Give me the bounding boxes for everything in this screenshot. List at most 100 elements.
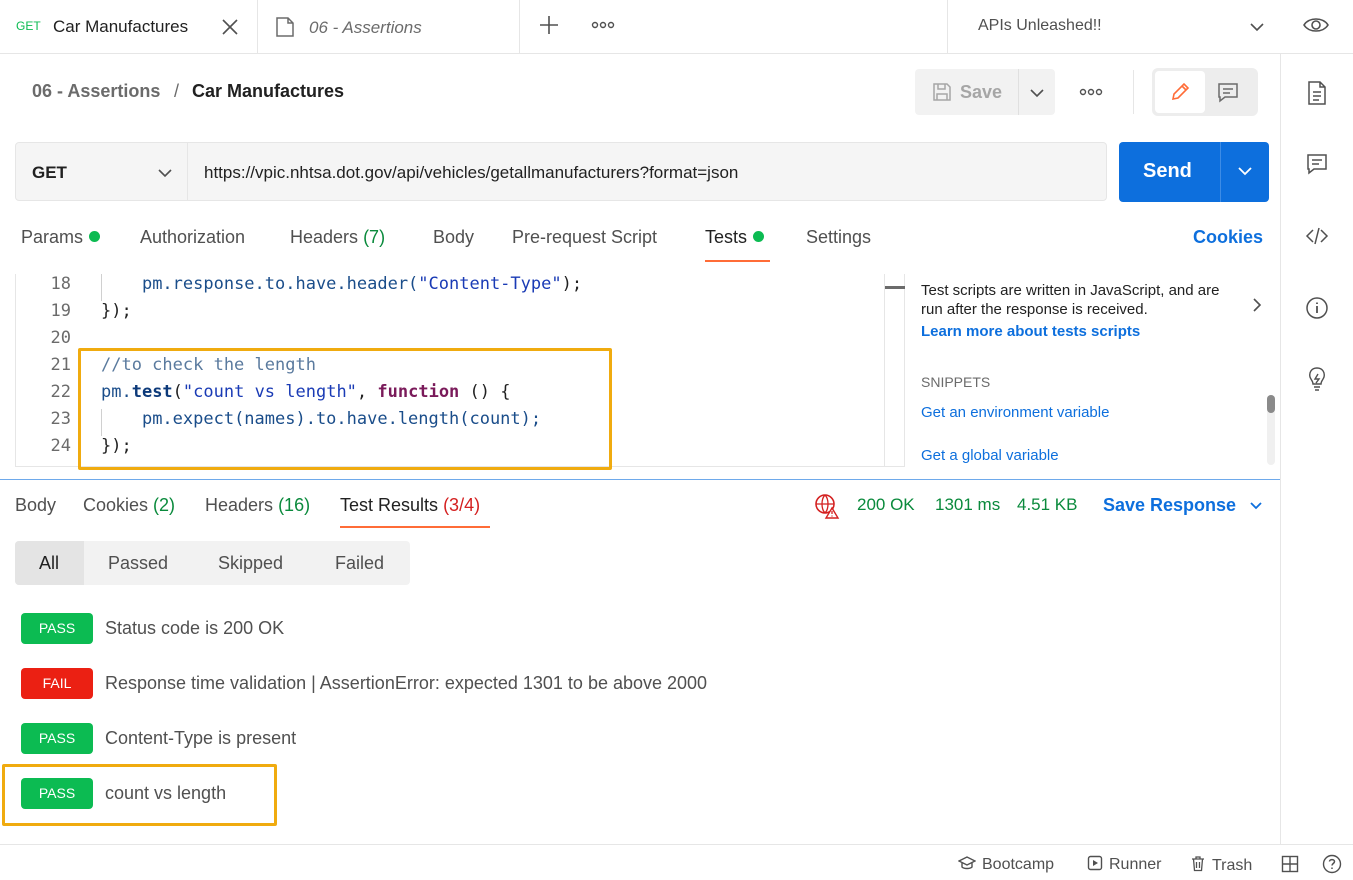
tab-response-headers[interactable]: Headers (16) xyxy=(205,495,310,516)
url-input[interactable]: https://vpic.nhtsa.dot.gov/api/vehicles/… xyxy=(188,142,1107,201)
breadcrumb-request[interactable]: Car Manufactures xyxy=(192,81,344,102)
send-label: Send xyxy=(1143,160,1192,182)
info-icon[interactable] xyxy=(1305,296,1329,320)
tab-label: Tests xyxy=(705,227,748,247)
tab-label: Params xyxy=(21,227,84,247)
tab-body[interactable]: Body xyxy=(433,227,474,248)
documentation-icon[interactable] xyxy=(1305,80,1329,106)
filter-failed[interactable]: Failed xyxy=(335,553,384,574)
toolbar-divider xyxy=(1133,70,1134,114)
comments-icon[interactable] xyxy=(1305,152,1329,176)
chevron-down-icon[interactable] xyxy=(1028,85,1046,101)
folder-icon xyxy=(274,16,296,38)
result-text: Content-Type is present xyxy=(105,728,297,748)
snippets-scrollbar[interactable] xyxy=(1267,395,1275,413)
indent-guide xyxy=(101,274,102,301)
tab-params[interactable]: Params xyxy=(21,227,101,248)
status-dot xyxy=(89,231,101,242)
tab-headers[interactable]: Headers (7) xyxy=(290,227,385,248)
code-line[interactable]: 19}); xyxy=(16,301,886,328)
save-button[interactable]: Save xyxy=(915,69,1055,115)
status-badge: PASS xyxy=(21,723,93,754)
trash-button[interactable]: Trash xyxy=(1190,855,1252,875)
breadcrumb-collection[interactable]: 06 - Assertions xyxy=(32,81,160,102)
lightbulb-icon[interactable] xyxy=(1305,366,1329,392)
result-text: Response time validation | AssertionErro… xyxy=(105,673,708,693)
help-icon[interactable] xyxy=(1322,854,1342,874)
eye-icon[interactable] xyxy=(1302,13,1330,37)
save-icon xyxy=(931,81,953,103)
environment-selector[interactable]: APIs Unleashed!! xyxy=(947,0,1280,54)
cookies-link[interactable]: Cookies xyxy=(1193,227,1263,248)
line-number: 21 xyxy=(50,355,71,375)
method-dropdown[interactable]: GET xyxy=(15,142,188,201)
highlight-box xyxy=(2,764,277,826)
send-button[interactable]: Send xyxy=(1119,142,1269,202)
close-icon[interactable] xyxy=(220,17,240,37)
right-sidebar xyxy=(1280,54,1353,844)
snippets-intro: Test scripts are written in JavaScript, … xyxy=(921,281,1241,341)
response-time[interactable]: 1301 ms xyxy=(935,495,1000,515)
result-text: Status code is 200 OK xyxy=(105,618,285,638)
status-bar: Bootcamp Runner Trash xyxy=(0,844,1353,880)
url-text: https://vpic.nhtsa.dot.gov/api/vehicles/… xyxy=(204,163,739,182)
more-options-icon[interactable] xyxy=(591,15,615,35)
response-status[interactable]: 200 OK xyxy=(857,495,915,515)
tab-count: (2) xyxy=(153,495,176,515)
layout-icon[interactable] xyxy=(1281,855,1299,873)
tab-pre-request-script[interactable]: Pre-request Script xyxy=(512,227,657,248)
filter-passed[interactable]: Passed xyxy=(108,553,168,574)
tab-authorization[interactable]: Authorization xyxy=(140,227,245,248)
runner-button[interactable]: Runner xyxy=(1087,855,1161,874)
save-response-button[interactable]: Save Response xyxy=(1103,495,1263,516)
chevron-down-icon[interactable] xyxy=(1236,163,1254,179)
chevron-down-icon xyxy=(1248,18,1266,36)
code-text: pm.response.to.have.header("Content-Type… xyxy=(101,274,582,301)
editor-scrollbar[interactable] xyxy=(885,286,905,289)
tab-06-assertions[interactable]: 06 - Assertions xyxy=(258,0,520,54)
bootcamp-button[interactable]: Bootcamp xyxy=(958,855,1054,874)
comment-mode-icon[interactable] xyxy=(1216,81,1240,103)
filter-all[interactable]: All xyxy=(39,553,59,574)
response-size[interactable]: 4.51 KB xyxy=(1017,495,1078,515)
chevron-right-icon[interactable] xyxy=(1250,296,1264,314)
chevron-down-icon xyxy=(156,165,174,181)
line-number: 18 xyxy=(50,274,71,294)
tab-label: Test Results xyxy=(340,495,439,515)
tab-response-cookies[interactable]: Cookies (2) xyxy=(83,495,175,516)
line-number: 20 xyxy=(50,328,71,348)
snippets-intro-text: Test scripts are written in JavaScript, … xyxy=(921,282,1220,318)
line-number: 22 xyxy=(50,382,71,402)
edit-comment-toggle xyxy=(1152,68,1258,116)
tab-car-manufactures[interactable]: GET Car Manufactures xyxy=(0,0,258,54)
tab-label: Headers xyxy=(290,227,359,247)
code-icon[interactable] xyxy=(1305,224,1329,248)
tab-count: (16) xyxy=(278,495,311,515)
pane-divider[interactable] xyxy=(0,479,1280,480)
status-badge: FAIL xyxy=(21,668,93,699)
filter-skipped[interactable]: Skipped xyxy=(218,553,283,574)
tab-count: (3/4) xyxy=(443,495,481,515)
tab-count: (7) xyxy=(363,227,386,247)
snippets-title: SNIPPETS xyxy=(921,374,991,390)
network-warning-icon[interactable] xyxy=(814,493,840,519)
plus-icon[interactable] xyxy=(538,14,560,36)
graduation-cap-icon xyxy=(958,856,976,870)
tab-response-body[interactable]: Body xyxy=(15,495,56,516)
method-label: GET xyxy=(32,163,67,182)
editor-divider xyxy=(884,274,885,467)
learn-more-link[interactable]: Learn more about tests scripts xyxy=(921,322,1241,341)
status-badge: PASS xyxy=(21,613,93,644)
snippet-item[interactable]: Get a global variable xyxy=(921,447,1059,464)
tab-settings[interactable]: Settings xyxy=(806,227,871,248)
tab-label: Cookies xyxy=(83,495,149,515)
edit-mode-button[interactable] xyxy=(1155,71,1205,113)
tab-title: 06 - Assertions xyxy=(309,18,422,37)
more-options-icon[interactable] xyxy=(1079,82,1103,102)
save-divider xyxy=(1018,69,1019,115)
send-divider xyxy=(1220,142,1221,202)
tab-test-results[interactable]: Test Results (3/4) xyxy=(340,495,480,516)
code-line[interactable]: 18 pm.response.to.have.header("Content-T… xyxy=(16,274,886,301)
tab-tests[interactable]: Tests xyxy=(705,227,765,248)
snippet-item[interactable]: Get an environment variable xyxy=(921,404,1109,421)
